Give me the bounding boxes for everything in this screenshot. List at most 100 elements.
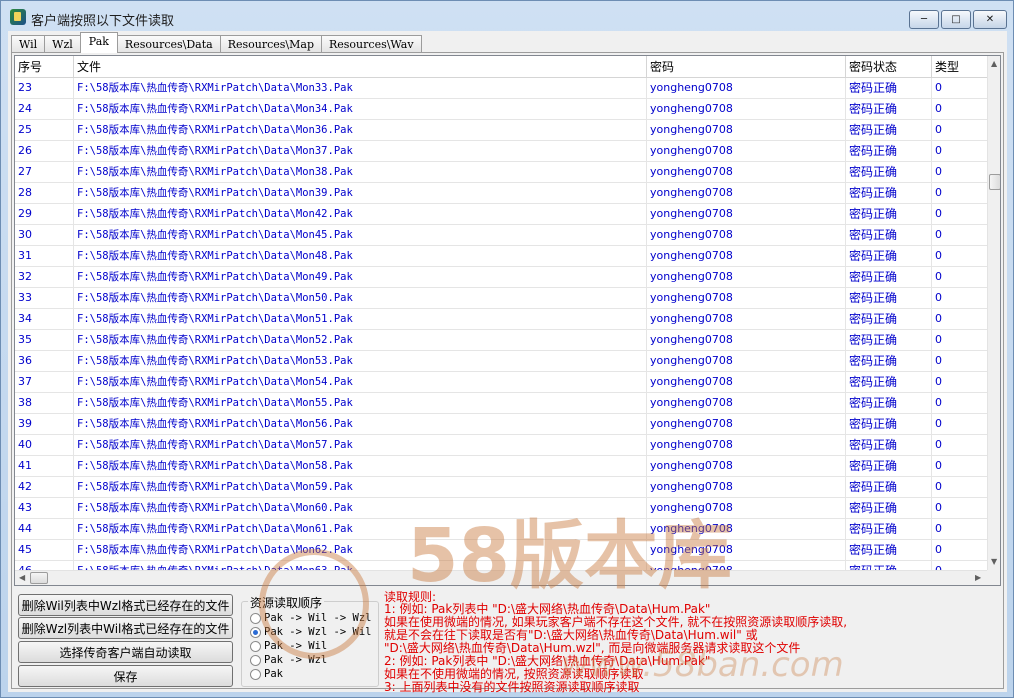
tab-resources-data[interactable]: Resources\Data [116,35,221,53]
vertical-scroll-thumb[interactable] [989,174,1000,190]
cell-index: 30 [15,225,74,245]
column-header-password[interactable]: 密码 [647,56,846,78]
table-row[interactable]: 23 F:\58版本库\热血传奇\RXMirPatch\Data\Mon33.Pa… [15,78,987,99]
horizontal-scrollbar[interactable]: ◀ ▶ [15,570,987,585]
cell-password: yongheng0708 [647,477,846,497]
table-row[interactable]: 37 F:\58版本库\热血传奇\RXMirPatch\Data\Mon54.Pa… [15,372,987,393]
table-row[interactable]: 45 F:\58版本库\热血传奇\RXMirPatch\Data\Mon62.Pa… [15,540,987,561]
order-option-pak-wzl-wil[interactable]: Pak -> Wzl -> Wil [250,625,371,639]
table-row[interactable]: 38 F:\58版本库\热血传奇\RXMirPatch\Data\Mon55.Pa… [15,393,987,414]
cell-password-status: 密码正确 [846,498,932,518]
cell-type: 0 [935,396,942,409]
cell-index: 37 [15,372,74,392]
cell-password-status: 密码正确 [846,78,932,98]
cell-file: F:\58版本库\热血传奇\RXMirPatch\Data\Mon54.Pak [74,372,647,392]
cell-password: yongheng0708 [647,309,846,329]
table-row[interactable]: 31 F:\58版本库\热血传奇\RXMirPatch\Data\Mon48.Pa… [15,246,987,267]
resource-order-group: 资源读取顺序 Pak -> Wil -> Wzl Pak -> Wzl -> W… [241,594,379,687]
horizontal-scroll-thumb[interactable] [30,572,48,584]
cell-file: F:\58版本库\热血传奇\RXMirPatch\Data\Mon60.Pak [74,498,647,518]
table-row[interactable]: 44 F:\58版本库\热血传奇\RXMirPatch\Data\Mon61.Pa… [15,519,987,540]
cell-file: F:\58版本库\热血传奇\RXMirPatch\Data\Mon49.Pak [74,267,647,287]
column-header-password-status[interactable]: 密码状态 [846,56,932,78]
cell-password: yongheng0708 [647,225,846,245]
cell-index: 28 [15,183,74,203]
radio-icon[interactable] [250,668,261,680]
select-client-button[interactable]: 选择传奇客户端自动读取 [18,641,233,663]
rule-line: 3: 上面列表中没有的文件按照资源读取顺序读取 [384,680,640,694]
scroll-left-icon[interactable]: ◀ [19,574,25,582]
table-row[interactable]: 27 F:\58版本库\热血传奇\RXMirPatch\Data\Mon38.Pa… [15,162,987,183]
cell-file: F:\58版本库\热血传奇\RXMirPatch\Data\Mon52.Pak [74,330,647,350]
save-button[interactable]: 保存 [18,665,233,687]
cell-password-status: 密码正确 [846,519,932,539]
cell-type: 0 [935,81,942,94]
radio-icon[interactable] [250,640,261,652]
table-row[interactable]: 35 F:\58版本库\热血传奇\RXMirPatch\Data\Mon52.Pa… [15,330,987,351]
cell-type: 0 [935,102,942,115]
cell-password: yongheng0708 [647,330,846,350]
tab-pak[interactable]: Pak [79,32,118,53]
order-option-pak-wzl[interactable]: Pak -> Wzl [250,653,327,667]
cell-password: yongheng0708 [647,99,846,119]
radio-icon[interactable] [250,612,261,624]
table-row[interactable]: 42 F:\58版本库\热血传奇\RXMirPatch\Data\Mon59.Pa… [15,477,987,498]
cell-file: F:\58版本库\热血传奇\RXMirPatch\Data\Mon48.Pak [74,246,647,266]
minimize-button[interactable]: ─ [909,10,939,29]
title-bar[interactable]: 客户端按照以下文件读取 ─ □ ✕ [1,1,1013,31]
table-row[interactable]: 33 F:\58版本库\热血传奇\RXMirPatch\Data\Mon50.Pa… [15,288,987,309]
cell-password-status: 密码正确 [846,183,932,203]
cell-type: 0 [935,123,942,136]
tab-resources-map[interactable]: Resources\Map [219,35,322,53]
scroll-up-icon[interactable]: ▲ [991,60,997,68]
table-row[interactable]: 28 F:\58版本库\热血传奇\RXMirPatch\Data\Mon39.Pa… [15,183,987,204]
cell-password: yongheng0708 [647,393,846,413]
cell-file: F:\58版本库\热血传奇\RXMirPatch\Data\Mon56.Pak [74,414,647,434]
column-header-type[interactable]: 类型 [932,56,987,78]
tab-wil[interactable]: Wil [11,35,46,53]
vertical-scrollbar[interactable]: ▲ ▼ [987,56,1000,570]
table-row[interactable]: 24 F:\58版本库\热血传奇\RXMirPatch\Data\Mon34.Pa… [15,99,987,120]
scroll-right-icon[interactable]: ▶ [975,574,981,582]
cell-index: 24 [15,99,74,119]
cell-file: F:\58版本库\热血传奇\RXMirPatch\Data\Mon61.Pak [74,519,647,539]
table-row[interactable]: 40 F:\58版本库\热血传奇\RXMirPatch\Data\Mon57.Pa… [15,435,987,456]
cell-type: 0 [932,561,987,570]
delete-wzl-duplicates-button[interactable]: 删除Wzl列表中Wil格式已经存在的文件 [18,617,233,639]
column-header-index[interactable]: 序号 [15,56,74,78]
cell-password-status: 密码正确 [846,141,932,161]
table-row[interactable]: 34 F:\58版本库\热血传奇\RXMirPatch\Data\Mon51.Pa… [15,309,987,330]
table-row[interactable]: 41 F:\58版本库\热血传奇\RXMirPatch\Data\Mon58.Pa… [15,456,987,477]
table-row[interactable]: 39 F:\58版本库\热血传奇\RXMirPatch\Data\Mon56.Pa… [15,414,987,435]
cell-password: yongheng0708 [647,351,846,371]
maximize-button[interactable]: □ [941,10,971,29]
cell-password-status: 密码正确 [846,120,932,140]
cell-password-status: 密码正确 [846,246,932,266]
radio-selected-icon[interactable] [250,626,261,638]
radio-icon[interactable] [250,654,261,666]
cell-index: 44 [15,519,74,539]
table-row[interactable]: 32 F:\58版本库\热血传奇\RXMirPatch\Data\Mon49.Pa… [15,267,987,288]
cell-password-status: 密码正确 [846,393,932,413]
tab-resources-wav[interactable]: Resources\Wav [321,35,422,53]
column-header-file[interactable]: 文件 [74,56,647,78]
cell-index: 31 [15,246,74,266]
cell-index: 41 [15,456,74,476]
table-row[interactable]: 43 F:\58版本库\热血传奇\RXMirPatch\Data\Mon60.Pa… [15,498,987,519]
order-option-pak-wil[interactable]: Pak -> Wil [250,639,327,653]
table-row[interactable]: 29 F:\58版本库\热血传奇\RXMirPatch\Data\Mon42.Pa… [15,204,987,225]
table-row[interactable]: 46F:\58版本库\热血传奇\RXMirPatch\Data\Mon63.Pa… [15,561,987,570]
table-row[interactable]: 26 F:\58版本库\热血传奇\RXMirPatch\Data\Mon37.Pa… [15,141,987,162]
order-option-pak[interactable]: Pak [250,667,283,681]
cell-type: 0 [935,501,942,514]
cell-file: F:\58版本库\热血传奇\RXMirPatch\Data\Mon34.Pak [74,99,647,119]
order-option-pak-wil-wzl[interactable]: Pak -> Wil -> Wzl [250,611,371,625]
scroll-down-icon[interactable]: ▼ [991,558,997,566]
cell-index: 45 [15,540,74,560]
table-row[interactable]: 30 F:\58版本库\热血传奇\RXMirPatch\Data\Mon45.Pa… [15,225,987,246]
close-button[interactable]: ✕ [973,10,1007,29]
tab-wzl[interactable]: Wzl [44,35,81,53]
delete-wil-duplicates-button[interactable]: 删除Wil列表中Wzl格式已经存在的文件 [18,594,233,616]
table-row[interactable]: 25 F:\58版本库\热血传奇\RXMirPatch\Data\Mon36.Pa… [15,120,987,141]
table-row[interactable]: 36 F:\58版本库\热血传奇\RXMirPatch\Data\Mon53.Pa… [15,351,987,372]
